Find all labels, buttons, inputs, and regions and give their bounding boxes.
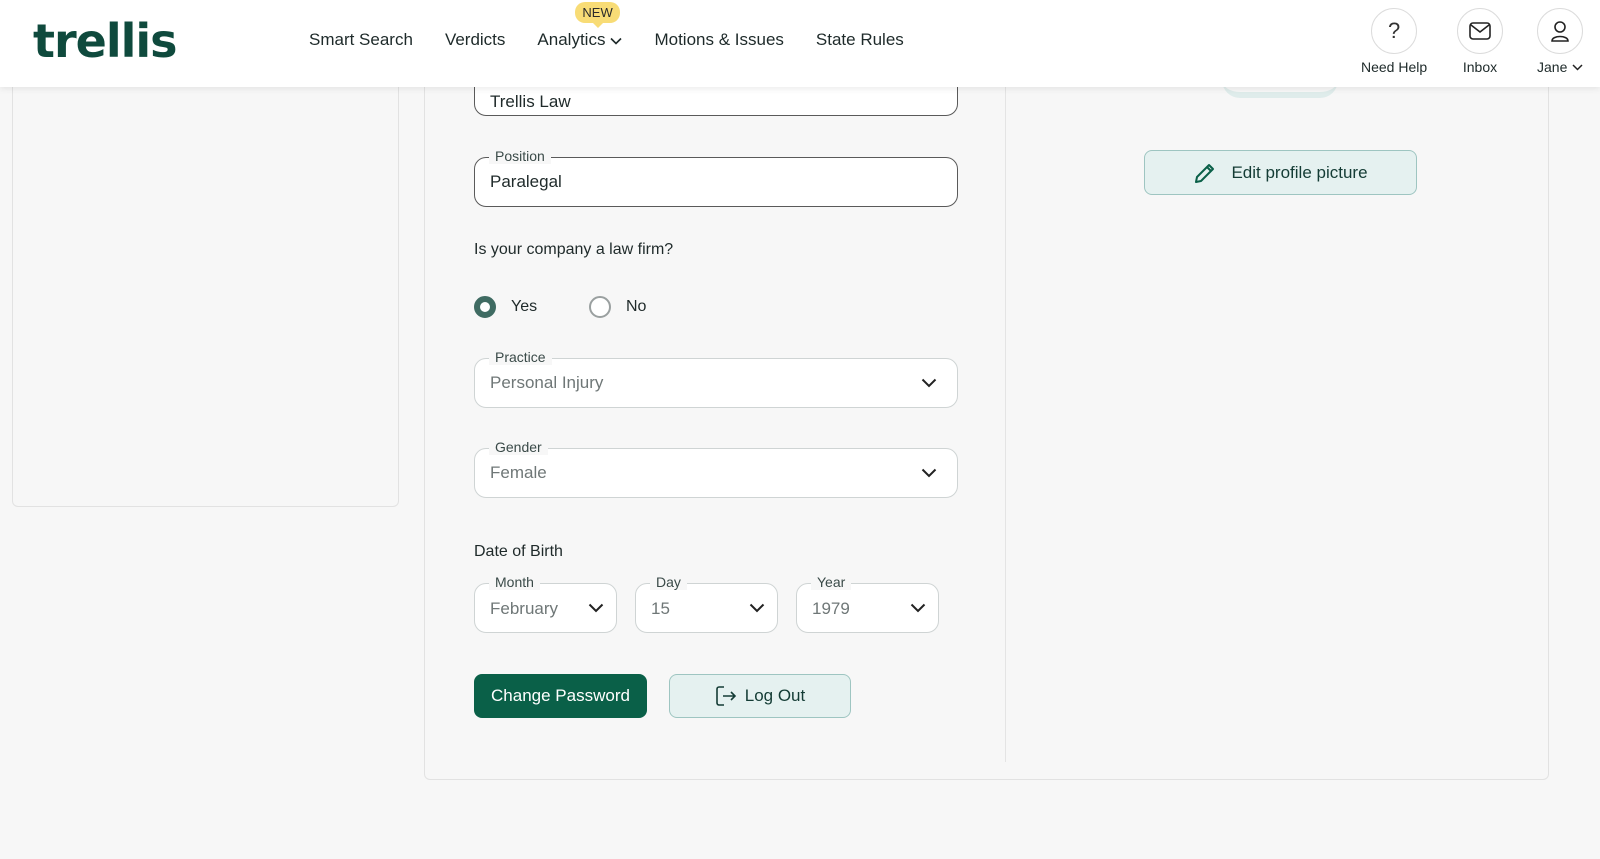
company-value: Trellis Law	[490, 92, 571, 111]
user-icon	[1537, 8, 1584, 54]
radio-unselected-icon	[589, 296, 611, 318]
chevron-down-icon	[921, 465, 937, 483]
chevron-down-icon	[1572, 63, 1583, 71]
inbox-button[interactable]: Inbox	[1457, 8, 1503, 75]
need-help-button[interactable]: ? Need Help	[1361, 8, 1427, 75]
chevron-down-icon	[610, 30, 623, 50]
law-firm-question: Is your company a law firm?	[474, 241, 674, 258]
top-navigation-bar: trellis Smart Search Verdicts NEW Analyt…	[0, 0, 1600, 87]
dob-day-label: Day	[650, 574, 687, 590]
nav-state-rules[interactable]: State Rules	[816, 30, 904, 50]
vertical-divider	[1005, 87, 1006, 762]
dob-month-label: Month	[489, 574, 540, 590]
nav-verdicts-label: Verdicts	[444, 30, 506, 49]
question-icon: ?	[1371, 8, 1418, 54]
profile-sidebar-card	[12, 60, 399, 507]
need-help-label: Need Help	[1361, 59, 1428, 75]
dob-day-select[interactable]: Day 15	[635, 574, 778, 633]
position-field[interactable]: Position Paralegal	[474, 148, 958, 207]
practice-label: Practice	[489, 349, 552, 365]
inbox-label: Inbox	[1462, 59, 1498, 75]
law-firm-no-label: No	[626, 298, 647, 315]
practice-select[interactable]: Practice Personal Injury	[474, 349, 958, 408]
envelope-icon	[1457, 8, 1503, 54]
nav-motions-issues[interactable]: Motions & Issues	[654, 30, 783, 50]
logout-icon	[715, 685, 737, 707]
dob-year-value: 1979	[812, 599, 850, 618]
dob-day-value: 15	[651, 599, 670, 618]
nav-smart-search[interactable]: Smart Search	[309, 30, 413, 50]
position-value: Paralegal	[490, 172, 562, 191]
new-badge: NEW	[575, 2, 620, 28]
nav-smart-search-label: Smart Search	[309, 30, 413, 49]
main-nav: Smart Search Verdicts NEW Analytics Moti…	[309, 2, 936, 50]
user-name: Jane	[1537, 59, 1568, 75]
practice-value: Personal Injury	[490, 373, 604, 392]
radio-selected-icon	[474, 296, 496, 318]
gender-value: Female	[490, 463, 547, 482]
law-firm-no-radio[interactable]: No	[589, 296, 646, 318]
nav-analytics[interactable]: NEW Analytics	[537, 2, 623, 50]
edit-profile-picture-button[interactable]: Edit profile picture	[1144, 150, 1417, 195]
dob-label: Date of Birth	[474, 543, 563, 560]
chevron-down-icon	[588, 600, 604, 618]
dob-year-select[interactable]: Year 1979	[796, 574, 939, 633]
law-firm-yes-radio[interactable]: Yes	[474, 296, 537, 318]
trellis-logo[interactable]: trellis	[33, 14, 178, 68]
log-out-button[interactable]: Log Out	[669, 674, 851, 718]
nav-verdicts[interactable]: Verdicts	[445, 30, 505, 50]
dob-year-label: Year	[811, 574, 852, 590]
user-menu-button[interactable]: Jane	[1537, 8, 1584, 75]
chevron-down-icon	[921, 375, 937, 393]
gender-select[interactable]: Gender Female	[474, 439, 958, 498]
gender-label: Gender	[489, 439, 548, 455]
chevron-down-icon	[910, 600, 926, 618]
dob-month-value: February	[490, 599, 559, 618]
user-menu-label: Jane	[1537, 59, 1583, 75]
pencil-icon	[1193, 161, 1217, 185]
law-firm-yes-label: Yes	[511, 298, 538, 315]
edit-profile-picture-label: Edit profile picture	[1231, 162, 1368, 182]
nav-state-rules-label: State Rules	[815, 30, 904, 49]
nav-motions-issues-label: Motions & Issues	[654, 30, 784, 49]
dob-month-select[interactable]: Month February	[474, 574, 617, 633]
log-out-label: Log Out	[744, 686, 806, 705]
nav-analytics-label: Analytics	[537, 30, 606, 49]
chevron-down-icon	[749, 600, 765, 618]
change-password-button[interactable]: Change Password	[474, 674, 647, 718]
position-label: Position	[489, 148, 551, 164]
